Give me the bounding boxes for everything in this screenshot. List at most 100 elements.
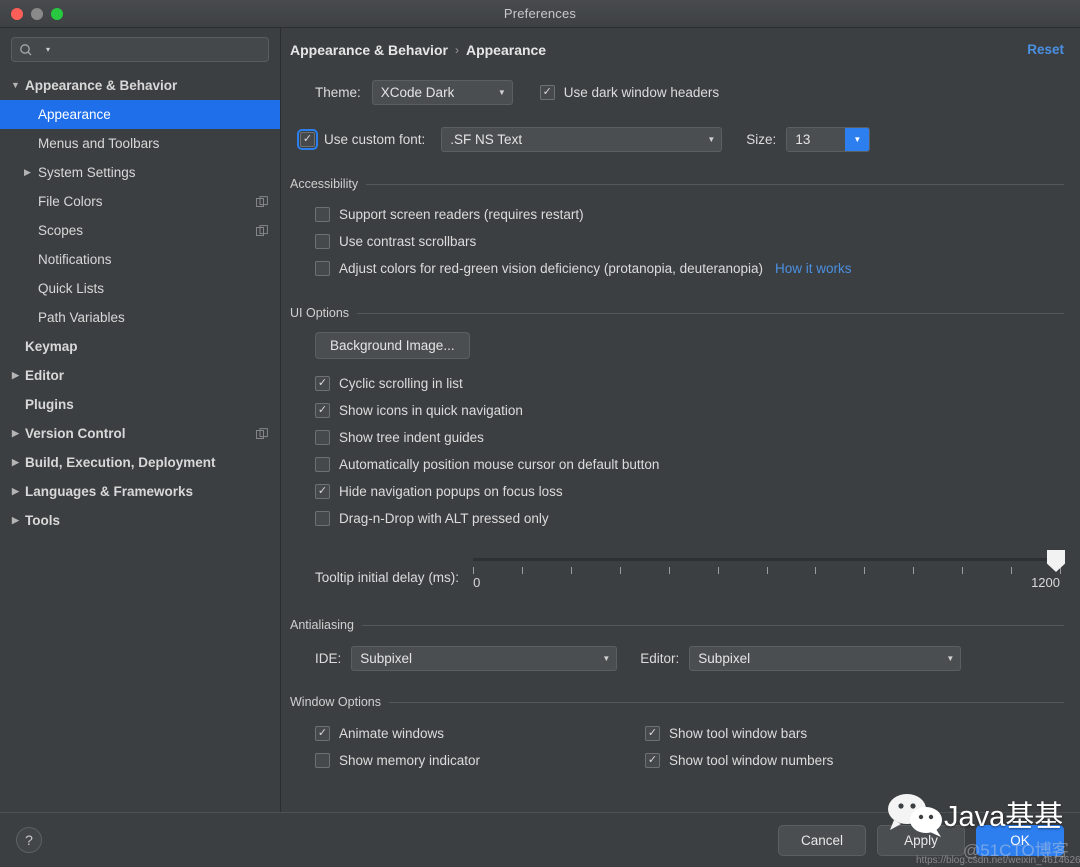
checkbox-label: Show icons in quick navigation: [339, 403, 523, 418]
chevron-down-icon[interactable]: ▼: [9, 81, 22, 90]
sidebar-item-keymap[interactable]: ▶Keymap: [0, 332, 280, 361]
slider-tick: [864, 567, 865, 574]
ui-option-automatically-position-mouse-cursor-on-default-button-checkbox[interactable]: Automatically position mouse cursor on d…: [315, 457, 659, 472]
sidebar-item-editor[interactable]: ▶Editor: [0, 361, 280, 390]
sidebar-item-menus-and-toolbars[interactable]: ▶Menus and Toolbars: [0, 129, 280, 158]
ui-option-hide-navigation-popups-on-focus-loss-checkbox[interactable]: ✓ Hide navigation popups on focus loss: [315, 484, 563, 499]
ui-option-show-tree-indent-guides-checkbox[interactable]: Show tree indent guides: [315, 430, 484, 445]
slider-tick: [1011, 567, 1012, 574]
sidebar-item-label: Keymap: [25, 339, 78, 354]
ui-option-cyclic-scrolling-in-list-checkbox[interactable]: ✓ Cyclic scrolling in list: [315, 376, 463, 391]
sidebar-item-label: Tools: [25, 513, 60, 528]
sidebar-item-plugins[interactable]: ▶Plugins: [0, 390, 280, 419]
use-dark-window-headers-checkbox[interactable]: ✓ Use dark window headers: [540, 85, 719, 100]
sidebar-item-build-execution-deployment[interactable]: ▶Build, Execution, Deployment: [0, 448, 280, 477]
sidebar-item-system-settings[interactable]: ▶ System Settings: [0, 158, 280, 187]
chevron-right-icon[interactable]: ▶: [9, 371, 22, 380]
tooltip-delay-row: Tooltip initial delay (ms): 0 1200: [315, 550, 1064, 596]
accessibility-use-contrast-scrollbars-checkbox[interactable]: Use contrast scrollbars: [315, 234, 476, 249]
cancel-button[interactable]: Cancel: [778, 825, 866, 856]
chevron-right-icon[interactable]: ▶: [9, 458, 22, 467]
sidebar-item-appearance[interactable]: ▶Appearance: [0, 100, 280, 129]
checkbox-box-checked: ✓: [315, 484, 330, 499]
antialiasing-ide-label: IDE:: [315, 651, 341, 666]
theme-select[interactable]: XCode Dark ▼: [372, 80, 513, 105]
window-option-row: ✓Show tool window bars: [645, 720, 833, 747]
ok-button[interactable]: OK: [976, 825, 1064, 856]
sidebar-item-languages-frameworks[interactable]: ▶Languages & Frameworks: [0, 477, 280, 506]
sidebar-item-quick-lists[interactable]: ▶Quick Lists: [0, 274, 280, 303]
preferences-window: Preferences ▾ ▼Appearance & Behavior▶App…: [0, 0, 1080, 867]
search-input[interactable]: [53, 43, 261, 57]
accessibility-options: Support screen readers (requires restart…: [290, 201, 1064, 282]
sidebar-item-label: Appearance & Behavior: [25, 78, 177, 93]
checkbox-box-checked: ✓: [315, 376, 330, 391]
font-family-value: .SF NS Text: [450, 132, 522, 147]
sidebar-item-notifications[interactable]: ▶Notifications: [0, 245, 280, 274]
sidebar-item-tools[interactable]: ▶Tools: [0, 506, 280, 535]
settings-main-panel: Appearance & Behavior › Appearance Reset…: [281, 28, 1080, 812]
window-option-row: Show memory indicator: [315, 747, 645, 774]
ui-option-row: Drag-n-Drop with ALT pressed only: [315, 505, 1064, 532]
use-custom-font-checkbox[interactable]: ✓ Use custom font:: [300, 132, 425, 147]
font-family-select[interactable]: .SF NS Text ▼: [441, 127, 722, 152]
antialiasing-ide-select[interactable]: Subpixel ▼: [351, 646, 617, 671]
slider-tick: [767, 567, 768, 574]
antialiasing-editor-select[interactable]: Subpixel ▼: [689, 646, 961, 671]
font-size-dropdown-button[interactable]: ▼: [845, 128, 869, 151]
window-option-animate-windows-checkbox[interactable]: ✓Animate windows: [315, 726, 444, 741]
window-option-show-tool-window-numbers-checkbox[interactable]: ✓Show tool window numbers: [645, 753, 833, 768]
checkbox-box: [315, 457, 330, 472]
ui-option-row: ✓ Cyclic scrolling in list: [315, 370, 1064, 397]
sidebar-item-path-variables[interactable]: ▶Path Variables: [0, 303, 280, 332]
breadcrumb-parent[interactable]: Appearance & Behavior: [290, 42, 448, 58]
search-box[interactable]: ▾: [11, 37, 269, 62]
chevron-right-icon[interactable]: ▶: [9, 429, 22, 438]
chevron-right-icon[interactable]: ▶: [9, 516, 22, 525]
sidebar-item-appearance-behavior[interactable]: ▼Appearance & Behavior: [0, 71, 280, 100]
footer-buttons: Cancel Apply OK: [778, 825, 1064, 856]
checkbox-label: Adjust colors for red-green vision defic…: [339, 261, 763, 276]
font-size-spinner[interactable]: 13 ▼: [786, 127, 870, 152]
ui-option-row: Show tree indent guides: [315, 424, 1064, 451]
sidebar-item-label: Version Control: [25, 426, 126, 441]
apply-button[interactable]: Apply: [877, 825, 965, 856]
sidebar-item-file-colors[interactable]: ▶File Colors: [0, 187, 280, 216]
sidebar-item-scopes[interactable]: ▶Scopes: [0, 216, 280, 245]
use-custom-font-label: Use custom font:: [324, 132, 425, 147]
checkbox-box: [315, 430, 330, 445]
chevron-right-icon[interactable]: ▶: [21, 168, 34, 177]
ui-option-show-icons-in-quick-navigation-checkbox[interactable]: ✓Show icons in quick navigation: [315, 403, 523, 418]
copy-settings-icon[interactable]: [256, 428, 268, 440]
sidebar-item-version-control[interactable]: ▶Version Control: [0, 419, 280, 448]
reset-link[interactable]: Reset: [1027, 42, 1064, 57]
window-option-show-tool-window-bars-checkbox[interactable]: ✓Show tool window bars: [645, 726, 807, 741]
settings-content: Theme: XCode Dark ▼ ✓ Use dark window he…: [281, 58, 1080, 812]
window-option-show-memory-indicator-checkbox[interactable]: Show memory indicator: [315, 753, 480, 768]
checkbox-label: Hide navigation popups on focus loss: [339, 484, 563, 499]
search-filter-chevron-down-icon[interactable]: ▾: [46, 45, 50, 54]
copy-settings-icon[interactable]: [256, 225, 268, 237]
antialiasing-row: IDE: Subpixel ▼ Editor: Subpixel ▼: [290, 646, 1064, 671]
checkbox-label: Show tool window bars: [669, 726, 807, 741]
chevron-right-icon[interactable]: ▶: [9, 487, 22, 496]
tooltip-delay-slider[interactable]: 0 1200: [473, 550, 1060, 596]
antialiasing-editor-value: Subpixel: [698, 651, 750, 666]
checkbox-label: Cyclic scrolling in list: [339, 376, 463, 391]
sidebar-item-label: Languages & Frameworks: [25, 484, 193, 499]
background-image-button[interactable]: Background Image...: [315, 332, 470, 359]
ui-option-row: ✓ Hide navigation popups on focus loss: [315, 478, 1064, 505]
sidebar-item-label: Appearance: [38, 107, 111, 122]
how-it-works-link[interactable]: How it works: [775, 261, 852, 276]
breadcrumb-current: Appearance: [466, 42, 546, 58]
checkbox-label: Animate windows: [339, 726, 444, 741]
accessibility-support-screen-readers-requires-restart-checkbox[interactable]: Support screen readers (requires restart…: [315, 207, 584, 222]
help-button[interactable]: ?: [16, 827, 42, 853]
copy-settings-icon[interactable]: [256, 196, 268, 208]
accessibility-option-row: Adjust colors for red-green vision defic…: [315, 255, 1064, 282]
accessibility-adjust-colors-for-red-green-vision-deficiency-protanopia-deuteranopia-checkbox[interactable]: Adjust colors for red-green vision defic…: [315, 261, 763, 276]
antialiasing-section-header: Antialiasing: [290, 618, 1064, 632]
sidebar-item-label: System Settings: [38, 165, 136, 180]
slider-max-label: 1200: [1031, 575, 1060, 590]
ui-option-drag-n-drop-with-alt-pressed-only-checkbox[interactable]: Drag-n-Drop with ALT pressed only: [315, 511, 549, 526]
